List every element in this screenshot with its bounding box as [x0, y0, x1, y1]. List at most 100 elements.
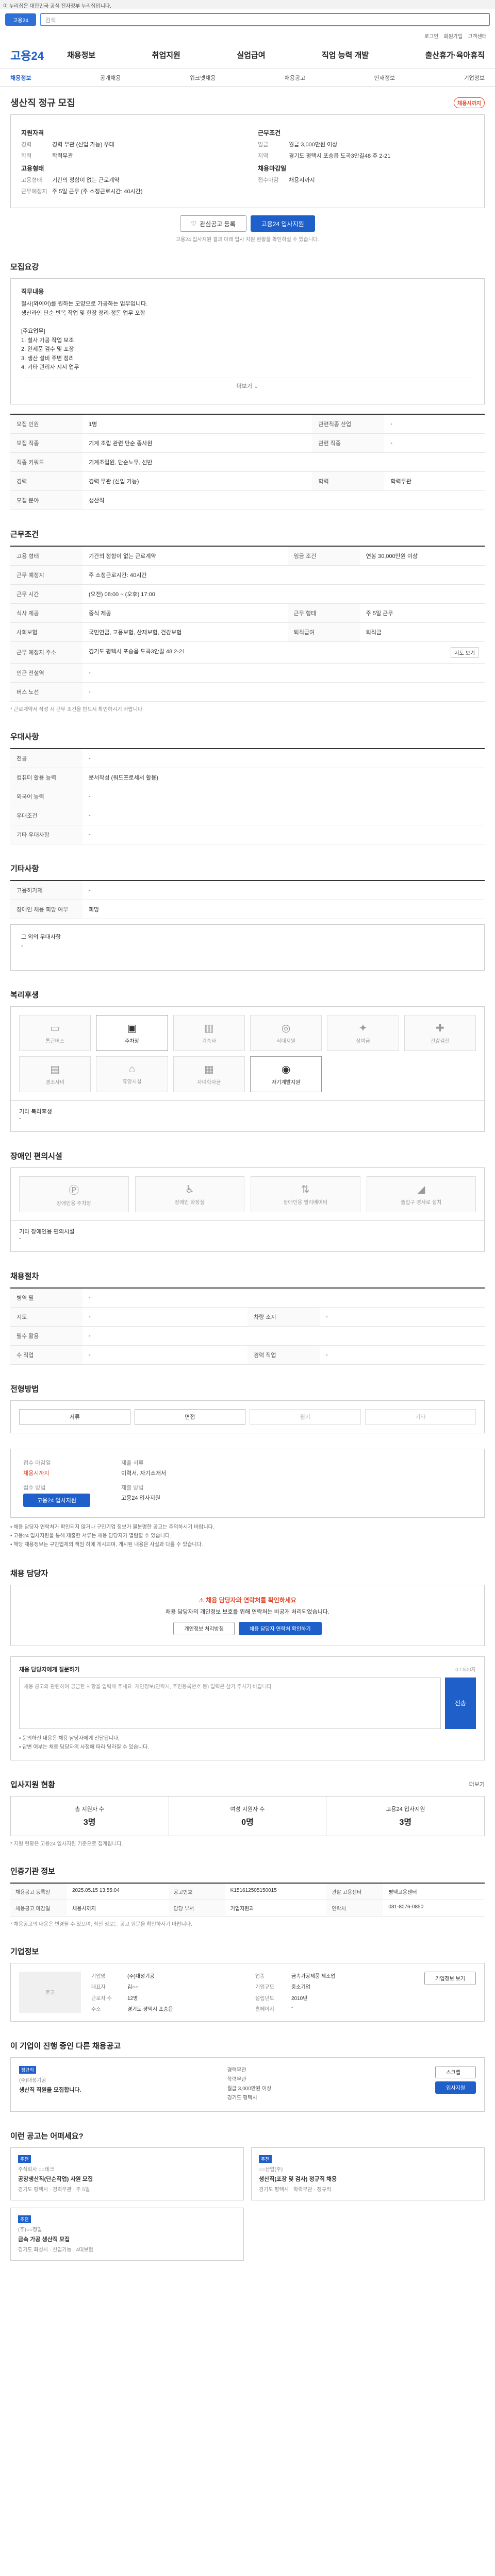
recruit-line: 4. 기타 관리자 지시 업무 — [21, 364, 79, 371]
section-title-process: 전형방법 — [10, 1384, 39, 1394]
other-job-apply-button[interactable]: 입사지원 — [435, 2081, 476, 2094]
table-key: 지도 — [10, 1307, 82, 1327]
summary-right-title: 근무조건 — [258, 129, 281, 137]
company-key: 설립년도 — [255, 1995, 274, 2002]
recommend-meta: 경기도 평택시 · 경력무관 · 주 5일 — [18, 2187, 90, 2193]
table-key: 관련 직종 — [312, 433, 385, 453]
util-join[interactable]: 회원가입 — [443, 32, 463, 40]
work-footnote: * 근로계약서 작성 시 근무 조건을 반드시 확인하시기 바랍니다. — [10, 706, 144, 713]
table-row: 근무 예정지 주소 경기도 평택시 포승읍 도곡3안길 48 2-21 지도 보기 — [10, 641, 485, 664]
apply-button[interactable]: 고용24 입사지원 — [250, 215, 315, 232]
summary-key: 고용형태 — [21, 177, 42, 183]
other-job-main: 정규직 (주)대성기공 생산직 직원을 모집합니다. — [19, 2065, 217, 2103]
section-title-welfare: 복리후생 — [10, 990, 39, 999]
gnb-item-support[interactable]: 취업지원 — [152, 49, 180, 60]
table-key: 임금 조건 — [287, 545, 360, 566]
table-value: 기간의 정함이 없는 근로계약 — [82, 545, 288, 566]
recommend-title[interactable]: 금속 가공 생산직 모집 — [18, 2235, 236, 2243]
chevron-down-icon: ⌄ — [254, 383, 259, 389]
table-row: 모집 분야 생산직 — [10, 490, 485, 510]
other-job-card[interactable]: 정규직 (주)대성기공 생산직 직원을 모집합니다. 경력무관 학력무관 월급 … — [10, 2057, 485, 2112]
recommend-card[interactable]: 추천 주식회사 ○○테크 공장생산직(단순작업) 사원 모집 경기도 평택시 ·… — [10, 2147, 244, 2200]
contact-reveal-button[interactable]: 채용 담당자 연락처 확인하기 — [238, 1621, 322, 1635]
recommend-card[interactable]: 추천 ○○산업(주) 생산직(포장 및 검사) 정규직 채용 경기도 평택시 ·… — [251, 2147, 485, 2200]
recruit-line: 철사(와이어)를 원하는 모양으로 가공하는 업무입니다. — [21, 301, 148, 308]
scrap-button[interactable]: ♡ 관심공고 등록 — [180, 215, 246, 232]
facility-item: ◢ 출입구 경사로 설치 — [366, 1176, 476, 1212]
facility-label: 장애인 화장실 — [174, 1199, 205, 1206]
gov-banner: 이 누리집은 대한민국 공식 전자정부 누리집입니다. — [0, 0, 495, 9]
mini-logo[interactable]: 고용24 — [5, 13, 36, 26]
restroom-icon: ♿ — [185, 1183, 194, 1195]
subnav-item-0[interactable]: 채용정보 — [10, 74, 31, 82]
stats-more-link[interactable]: 더보기 — [469, 1780, 485, 1788]
gnb-item-training[interactable]: 직업 능력 개발 — [322, 49, 369, 60]
action-row: ♡ 관심공고 등록 고용24 입사지원 — [10, 215, 485, 232]
table-row: 병역 필- — [10, 1287, 485, 1308]
table-key: 관련직종 산업 — [312, 413, 385, 434]
facility-etc-box: 기타 장애인용 편의시설 - — [10, 1221, 485, 1252]
other-job-scrap-button[interactable]: 스크랩 — [435, 2065, 476, 2078]
reg-value: 031-8076-0850 — [383, 1900, 485, 1917]
welfare-label: 주차장 — [125, 1038, 139, 1044]
gnb-item-leave[interactable]: 출산휴가·육아휴직 — [425, 49, 485, 60]
brand-logo[interactable]: 고용24 — [10, 47, 67, 63]
sub-nav: 채용정보 공개채용 워크넷채용 채용공고 인재정보 기업정보 — [0, 69, 495, 87]
reg-key: 채용공고 마감일 — [10, 1900, 67, 1917]
table-row: 직종 키워드 기계조립원, 단순노무, 선반 — [10, 452, 485, 472]
work-table: 고용 형태 기간의 정함이 없는 근로계약 임금 조건 연봉 30,000만원 이상 … — [10, 545, 485, 702]
company-value: 금속가공제품 제조업 — [291, 1973, 336, 1979]
search-input[interactable]: 검색 — [40, 13, 490, 26]
home-icon: ⌂ — [128, 1063, 136, 1075]
other-job-title[interactable]: 생산직 직원을 모집합니다. — [19, 2086, 217, 2094]
subnav-item-4[interactable]: 인재정보 — [374, 74, 395, 82]
company-info-button[interactable]: 기업정보 보기 — [424, 1971, 476, 1985]
map-button[interactable]: 지도 보기 — [451, 647, 478, 658]
subnav-item-5[interactable]: 기업정보 — [464, 74, 485, 82]
table-row: 수 직업 - 경력 직업 - — [10, 1345, 485, 1365]
welfare-item: ▥ 기숙사 — [173, 1014, 245, 1051]
facility-item: ⇅ 장애인용 엘리베이터 — [251, 1176, 360, 1212]
recruit-box: 직무내용 철사(와이어)를 원하는 모양으로 가공하는 업무입니다. 생산라인 … — [10, 278, 485, 404]
stat-item: 고용24 입사지원 3명 — [327, 1797, 484, 1836]
table-key: 근무 형태 — [287, 603, 360, 623]
table-key: 차량 소지 — [248, 1307, 320, 1327]
gnb-item-jobs[interactable]: 채용정보 — [67, 49, 95, 60]
facility-label: 출입구 경사로 설치 — [401, 1199, 442, 1206]
section-title-screening: 기타사항 — [10, 864, 39, 873]
stat-label: 고용24 입사지원 — [386, 1806, 425, 1812]
table-row: 모집 인원 1명 관련직종 산업 - — [10, 413, 485, 434]
table-row: 경력 경력 무관 (신입 가능) 학력 학력무관 — [10, 471, 485, 491]
apply-online-button[interactable]: 고용24 입사지원 — [23, 1493, 90, 1507]
subnav-item-1[interactable]: 공개채용 — [100, 74, 121, 82]
util-help[interactable]: 고객센터 — [468, 32, 487, 40]
status-badge: 채용시까지 — [454, 97, 485, 108]
gnb-item-benefit[interactable]: 실업급여 — [237, 49, 265, 60]
wallet-icon: ▤ — [50, 1063, 60, 1075]
table-value: - — [82, 787, 485, 806]
summary-box: 지원자격 경력 경력 무관 (신입 가능) 우대 학력 학력무관 고용형태 고용형태… — [10, 114, 485, 208]
summary-row: 근무예정지 주 5일 근무 (주 소정근로시간: 40시간) — [21, 187, 237, 195]
question-textarea[interactable]: 채용 공고와 관련하여 궁금한 사항을 입력해 주세요. 개인정보(연락처, 주… — [19, 1677, 441, 1729]
privacy-button[interactable]: 개인정보 처리방침 — [173, 1621, 235, 1635]
table-key: 식사 제공 — [10, 603, 82, 623]
action-note: 고용24 입사지원 결과 아래 입사 지원 현황을 확인하실 수 있습니다. — [175, 237, 320, 243]
send-button[interactable]: 전송 — [445, 1677, 476, 1729]
job-title-text: 생산직 정규 모집 — [10, 98, 75, 108]
summary-key: 임금 — [258, 142, 269, 148]
more-button[interactable]: 더보기 ⌄ — [21, 377, 474, 396]
ramp-icon: ◢ — [417, 1183, 425, 1195]
facility-item: Ⓟ 장애인용 주차장 — [19, 1176, 129, 1212]
facility-etc-label: 기타 장애인용 편의시설 — [19, 1228, 75, 1235]
recommend-card[interactable]: 추천 (주)○○정밀 금속 가공 생산직 모집 경기도 화성시 · 신입가능 ·… — [10, 2207, 244, 2261]
subnav-item-2[interactable]: 워크넷채용 — [190, 74, 216, 82]
section-title-other-jobs: 이 기업이 진행 중인 다른 채용공고 — [10, 2041, 121, 2050]
reg-value: 채용시까지 — [67, 1900, 169, 1917]
subnav-item-3[interactable]: 채용공고 — [285, 74, 305, 82]
util-login[interactable]: 로그인 — [424, 32, 439, 40]
recommend-meta: 경기도 평택시 · 학력무관 · 정규직 — [259, 2187, 332, 2193]
company-value: 중소기업 — [291, 1985, 310, 1991]
other-job-company: (주)대성기공 — [19, 2077, 46, 2083]
recommend-title[interactable]: 공장생산직(단순작업) 사원 모집 — [18, 2175, 236, 2183]
recommend-title[interactable]: 생산직(포장 및 검사) 정규직 채용 — [259, 2175, 477, 2183]
